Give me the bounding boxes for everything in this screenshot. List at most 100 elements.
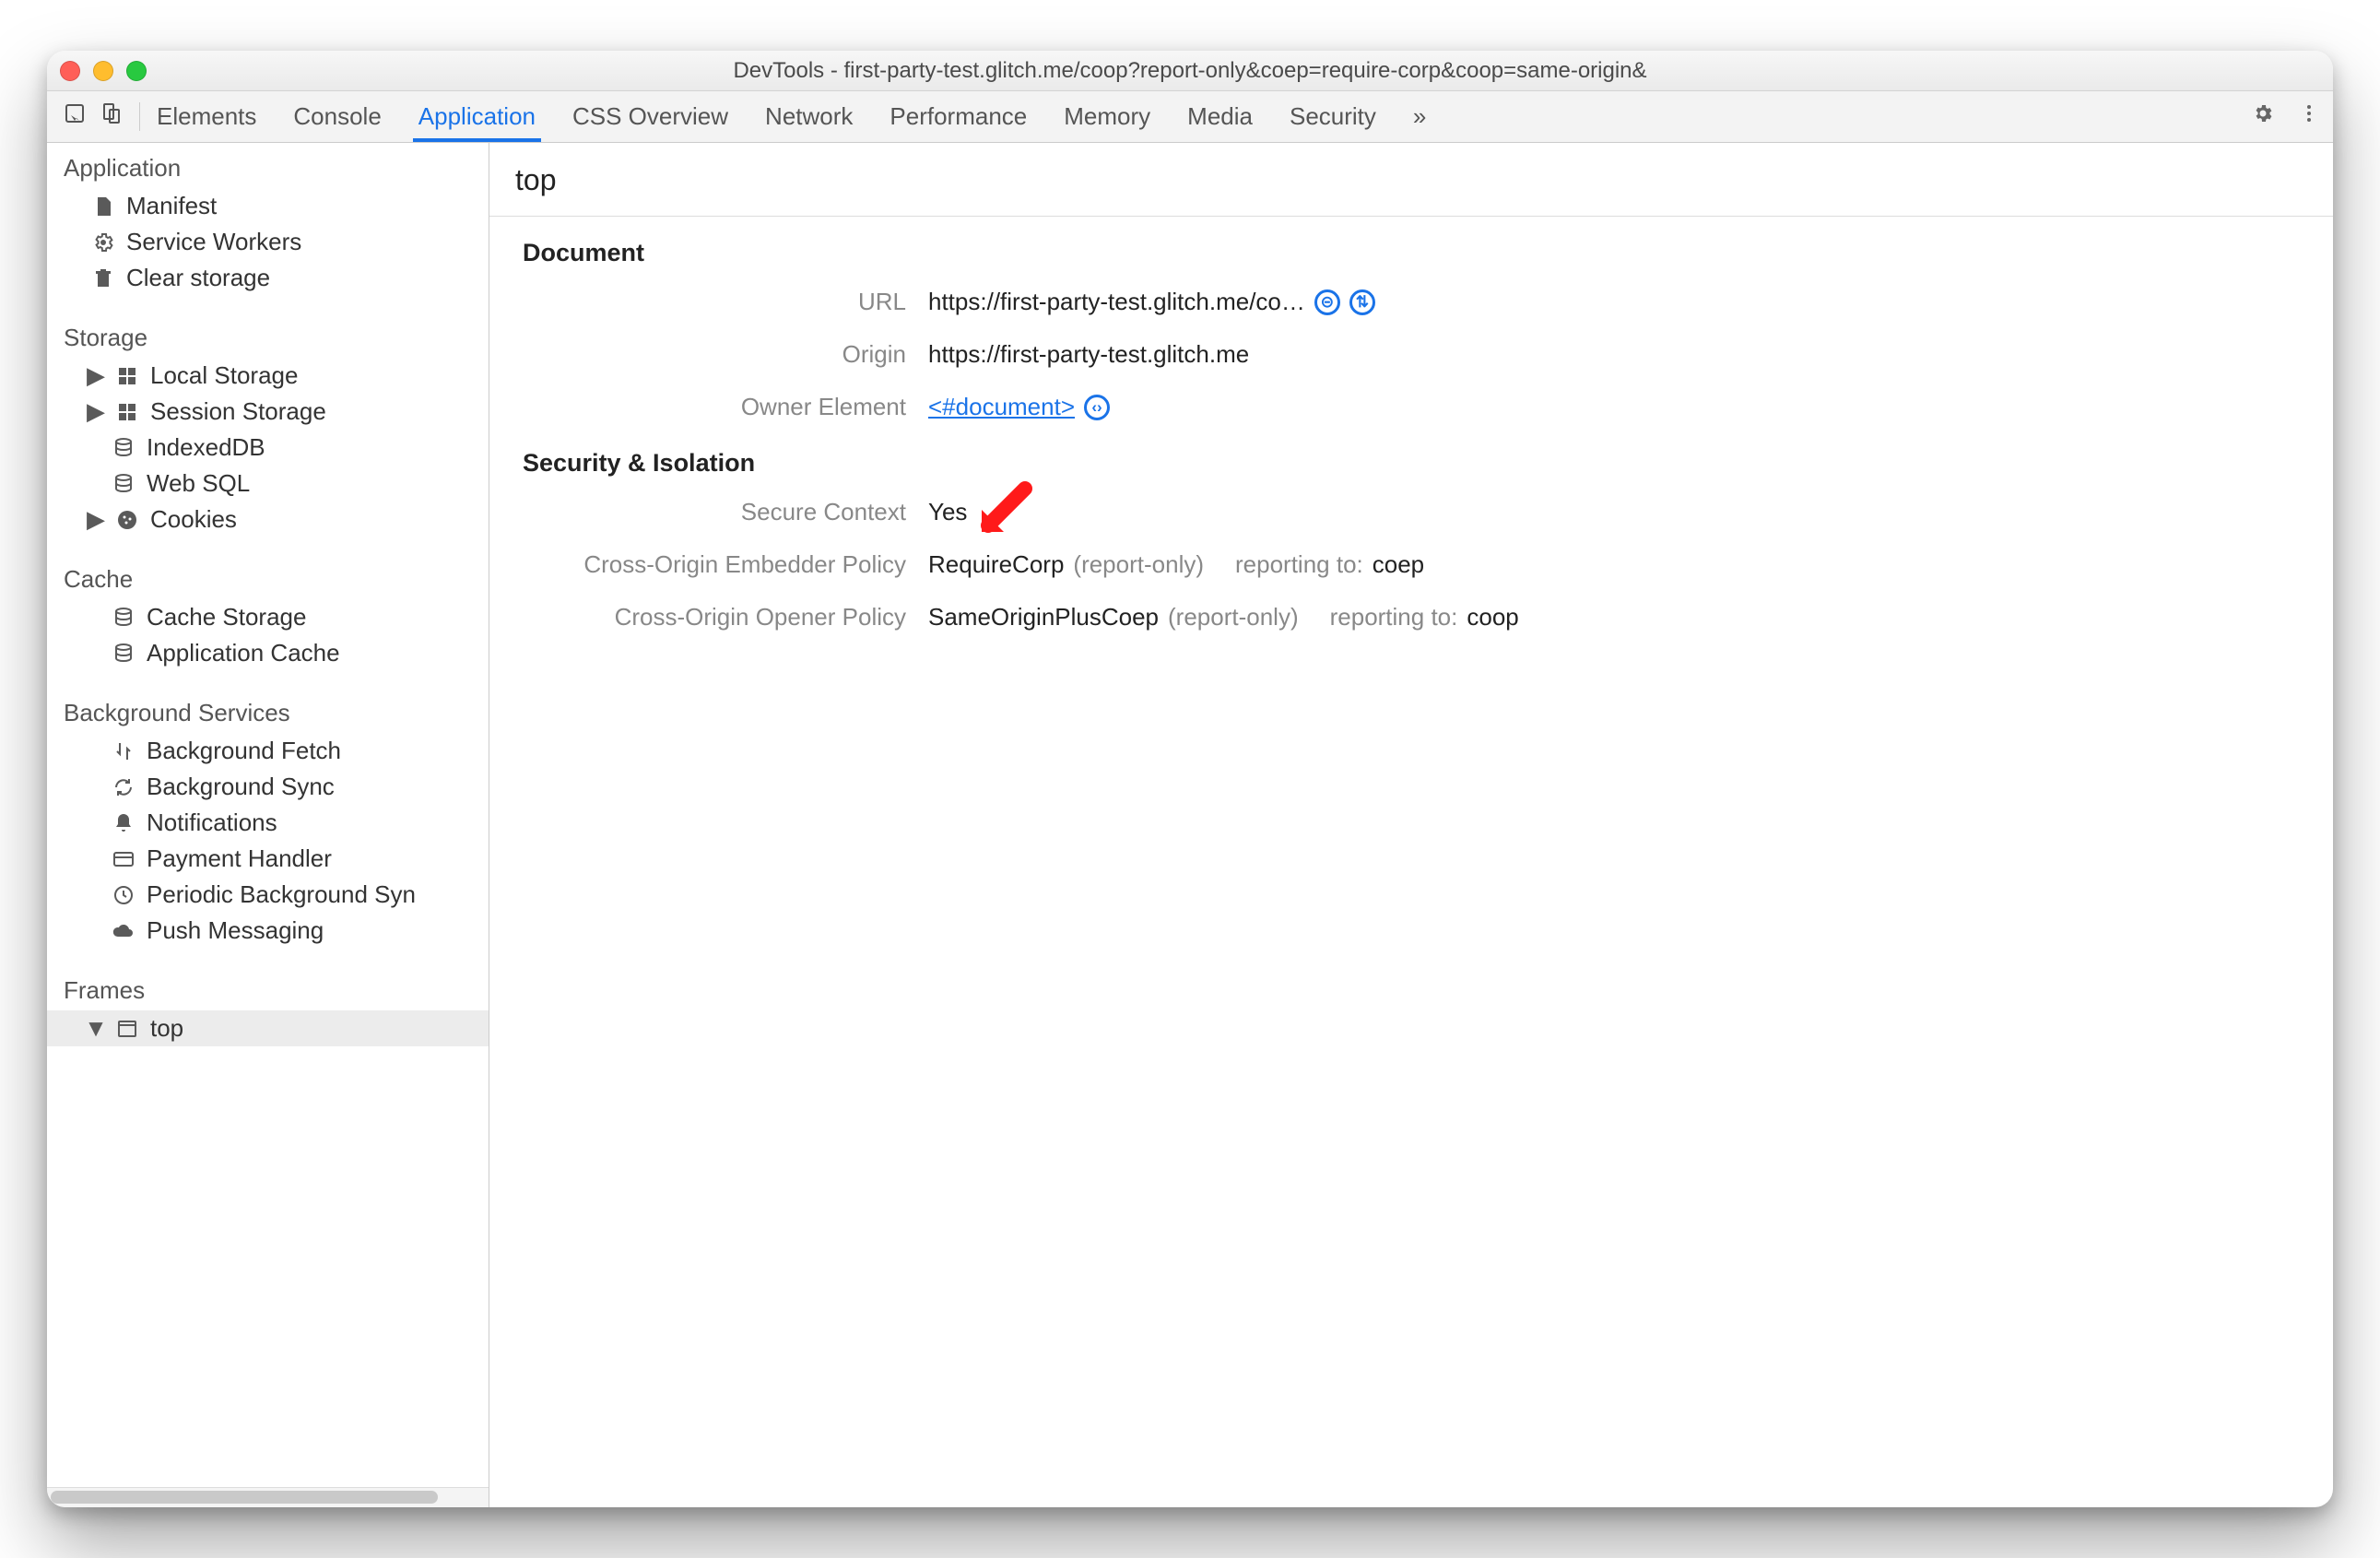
sidebar-item-clear-storage[interactable]: Clear storage [47, 260, 489, 296]
sidebar-item-background-sync[interactable]: Background Sync [47, 769, 489, 805]
grid-icon [115, 400, 139, 424]
panel-tabs: Elements Console Application CSS Overvie… [157, 91, 2241, 142]
tab-elements[interactable]: Elements [157, 91, 256, 142]
sidebar-item-label: top [150, 1014, 183, 1043]
sidebar-item-periodic-sync[interactable]: Periodic Background Syn [47, 877, 489, 913]
sidebar-item-notifications[interactable]: Notifications [47, 805, 489, 841]
sidebar-item-cookies[interactable]: ▶ Cookies [47, 502, 489, 537]
scrollbar-thumb[interactable] [51, 1491, 438, 1504]
body: Application Manifest Service Workers Cle… [47, 143, 2333, 1507]
coep-badge-icon[interactable]: ⇅ [1349, 289, 1375, 315]
inspect-icon[interactable] [64, 102, 86, 131]
sidebar-item-label: Background Sync [147, 773, 335, 801]
origin-value: https://first-party-test.glitch.me [928, 340, 1249, 369]
sidebar-item-session-storage[interactable]: ▶ Session Storage [47, 394, 489, 430]
origin-label: Origin [523, 340, 928, 369]
sidebar-item-push-messaging[interactable]: Push Messaging [47, 913, 489, 949]
sidebar-item-label: Application Cache [147, 639, 340, 667]
coep-mode: (report-only) [1073, 550, 1204, 579]
tab-network[interactable]: Network [765, 91, 853, 142]
annotation-arrow-icon [965, 475, 1039, 549]
cookie-icon [115, 508, 139, 532]
sidebar-item-label: Background Fetch [147, 737, 341, 765]
updown-icon [112, 739, 135, 763]
coop-value: SameOriginPlusCoep [928, 603, 1159, 631]
sidebar-item-label: Payment Handler [147, 844, 332, 873]
tab-css-overview[interactable]: CSS Overview [572, 91, 728, 142]
coop-badge-icon[interactable]: ⊝ [1314, 289, 1340, 315]
caret-down-icon: ▼ [88, 1017, 104, 1041]
tab-media[interactable]: Media [1187, 91, 1253, 142]
coop-reporting-label: reporting to: [1330, 603, 1458, 631]
sidebar-item-label: Clear storage [126, 264, 270, 292]
window-icon [115, 1017, 139, 1041]
main-toolbar: Elements Console Application CSS Overvie… [47, 91, 2333, 143]
gear-icon [91, 230, 115, 254]
tab-application[interactable]: Application [418, 91, 536, 142]
window-controls [60, 61, 147, 81]
sidebar-item-top-frame[interactable]: ▼ top [47, 1010, 489, 1046]
titlebar: DevTools - first-party-test.glitch.me/co… [47, 51, 2333, 91]
caret-right-icon: ▶ [88, 400, 104, 424]
sidebar: Application Manifest Service Workers Cle… [47, 143, 489, 1507]
minimize-window-button[interactable] [93, 61, 113, 81]
sidebar-section-storage: Storage [47, 313, 489, 358]
caret-right-icon: ▶ [88, 508, 104, 532]
sidebar-item-websql[interactable]: Web SQL [47, 466, 489, 502]
coop-reporting-value: coop [1467, 603, 1518, 631]
tab-performance[interactable]: Performance [890, 91, 1027, 142]
sidebar-section-cache: Cache [47, 554, 489, 599]
sidebar-item-payment-handler[interactable]: Payment Handler [47, 841, 489, 877]
coop-mode: (report-only) [1168, 603, 1299, 631]
sidebar-item-label: IndexedDB [147, 433, 265, 462]
database-icon [112, 642, 135, 666]
database-icon [112, 436, 135, 460]
close-window-button[interactable] [60, 61, 80, 81]
secure-context-label: Secure Context [523, 498, 928, 526]
sidebar-section-background: Background Services [47, 688, 489, 733]
caret-right-icon: ▶ [88, 364, 104, 388]
sidebar-item-label: Web SQL [147, 469, 250, 498]
content: top Document URL https://first-party-tes… [489, 143, 2333, 1507]
document-heading: Document [523, 239, 2300, 267]
owner-label: Owner Element [523, 393, 928, 421]
clock-icon [112, 883, 135, 907]
sidebar-item-manifest[interactable]: Manifest [47, 188, 489, 224]
sidebar-item-label: Push Messaging [147, 916, 324, 945]
owner-link[interactable]: <#document> [928, 393, 1075, 421]
coep-label: Cross-Origin Embedder Policy [523, 550, 928, 579]
sidebar-scrollbar[interactable] [47, 1487, 489, 1507]
tabs-overflow[interactable]: » [1413, 91, 1426, 142]
coep-value: RequireCorp [928, 550, 1064, 579]
sidebar-item-label: Manifest [126, 192, 217, 220]
sidebar-item-local-storage[interactable]: ▶ Local Storage [47, 358, 489, 394]
coep-reporting-label: reporting to: [1235, 550, 1363, 579]
sidebar-item-label: Periodic Background Syn [147, 880, 416, 909]
security-heading: Security & Isolation [523, 449, 2300, 478]
reveal-element-icon[interactable]: ‹› [1084, 395, 1110, 420]
tab-security[interactable]: Security [1290, 91, 1376, 142]
maximize-window-button[interactable] [126, 61, 147, 81]
sidebar-item-label: Cookies [150, 505, 237, 534]
content-title: top [489, 143, 2333, 217]
kebab-menu-icon[interactable] [2298, 102, 2320, 131]
sidebar-item-cache-storage[interactable]: Cache Storage [47, 599, 489, 635]
window-title: DevTools - first-party-test.glitch.me/co… [47, 58, 2333, 84]
cloud-icon [112, 919, 135, 943]
tab-console[interactable]: Console [293, 91, 381, 142]
secure-context-value: Yes [928, 498, 967, 526]
settings-icon[interactable] [2252, 102, 2274, 131]
sidebar-section-frames: Frames [47, 965, 489, 1010]
tab-memory[interactable]: Memory [1064, 91, 1150, 142]
database-icon [112, 606, 135, 630]
sidebar-item-label: Session Storage [150, 397, 326, 426]
sidebar-item-service-workers[interactable]: Service Workers [47, 224, 489, 260]
device-toggle-icon[interactable] [100, 102, 123, 131]
sidebar-item-background-fetch[interactable]: Background Fetch [47, 733, 489, 769]
sidebar-item-label: Local Storage [150, 361, 298, 390]
trash-icon [91, 266, 115, 290]
sidebar-item-indexeddb[interactable]: IndexedDB [47, 430, 489, 466]
sidebar-item-application-cache[interactable]: Application Cache [47, 635, 489, 671]
coep-reporting-value: coep [1373, 550, 1424, 579]
sidebar-item-label: Notifications [147, 809, 277, 837]
